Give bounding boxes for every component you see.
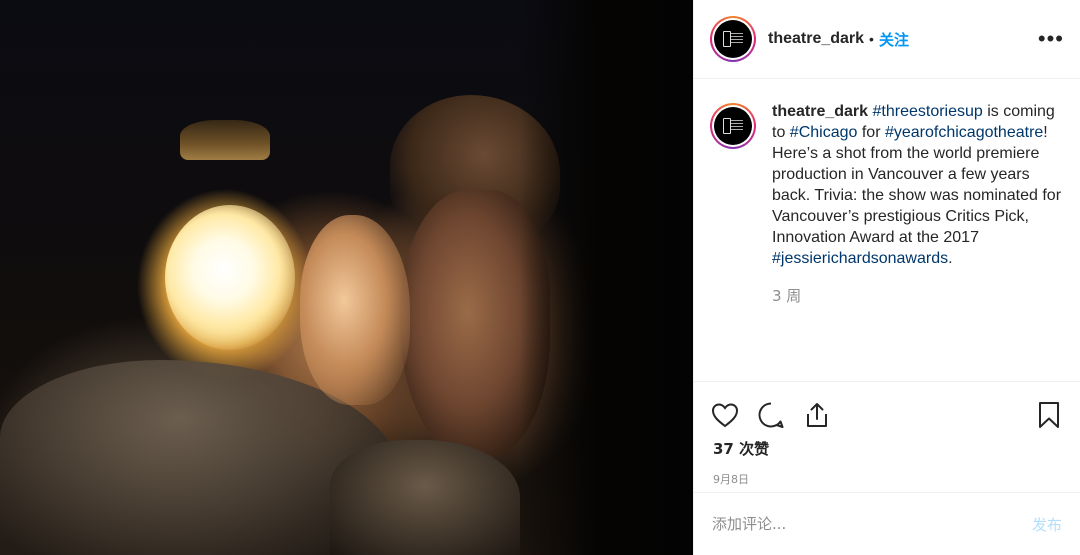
comment-bar: 发布 <box>694 492 1080 555</box>
photo-bulb-cap <box>180 120 270 160</box>
caption-username[interactable]: theatre_dark <box>772 103 868 120</box>
caption-text-part: for <box>857 124 885 141</box>
caption-avatar-image <box>714 107 752 145</box>
caption-text-part: ! Here’s a shot from the world premiere … <box>772 124 1062 246</box>
likes-count[interactable]: 37 次赞 <box>694 438 1080 459</box>
comment-icon[interactable] <box>756 400 786 430</box>
photo-hand <box>300 215 410 405</box>
header-username[interactable]: theatre_dark <box>768 30 864 48</box>
post-comment-button[interactable]: 发布 <box>1032 514 1062 535</box>
caption-section: theatre_dark #threestoriesup is coming t… <box>694 79 1080 382</box>
hashtag-jessierichardsonawards[interactable]: #jessierichardsonawards <box>772 250 948 267</box>
photo-collar <box>330 440 520 555</box>
avatar[interactable] <box>710 16 756 62</box>
caption-text: theatre_dark #threestoriesup is coming t… <box>772 101 1064 269</box>
hashtag-chicago[interactable]: #Chicago <box>790 124 858 141</box>
separator-dot: • <box>869 31 874 47</box>
share-icon[interactable] <box>802 400 832 430</box>
post-date: 9月8日 <box>713 473 749 486</box>
photo-light-bulb <box>165 205 295 350</box>
hashtag-yearofchicagotheatre[interactable]: #yearofchicagotheatre <box>885 124 1043 141</box>
action-bar <box>694 390 1080 440</box>
follow-button[interactable]: 关注 <box>879 29 909 50</box>
caption-avatar[interactable] <box>710 103 756 149</box>
caption-text-part: . <box>948 250 953 267</box>
photo-shadow <box>520 0 693 555</box>
bookmark-icon[interactable] <box>1034 400 1064 430</box>
caption-body: theatre_dark #threestoriesup is coming t… <box>772 101 1064 381</box>
post-side-panel: theatre_dark • 关注 ••• theatre_dark #thre… <box>693 0 1080 555</box>
post-header: theatre_dark • 关注 ••• <box>694 0 1080 79</box>
more-options-icon[interactable]: ••• <box>1038 28 1064 50</box>
post-photo[interactable] <box>0 0 693 555</box>
caption-time-ago[interactable]: 3 周 <box>772 285 1064 306</box>
heart-icon[interactable] <box>710 400 740 430</box>
comment-input[interactable] <box>712 515 1032 533</box>
avatar-image <box>714 20 752 58</box>
hashtag-threestoriesup[interactable]: #threestoriesup <box>873 103 983 120</box>
